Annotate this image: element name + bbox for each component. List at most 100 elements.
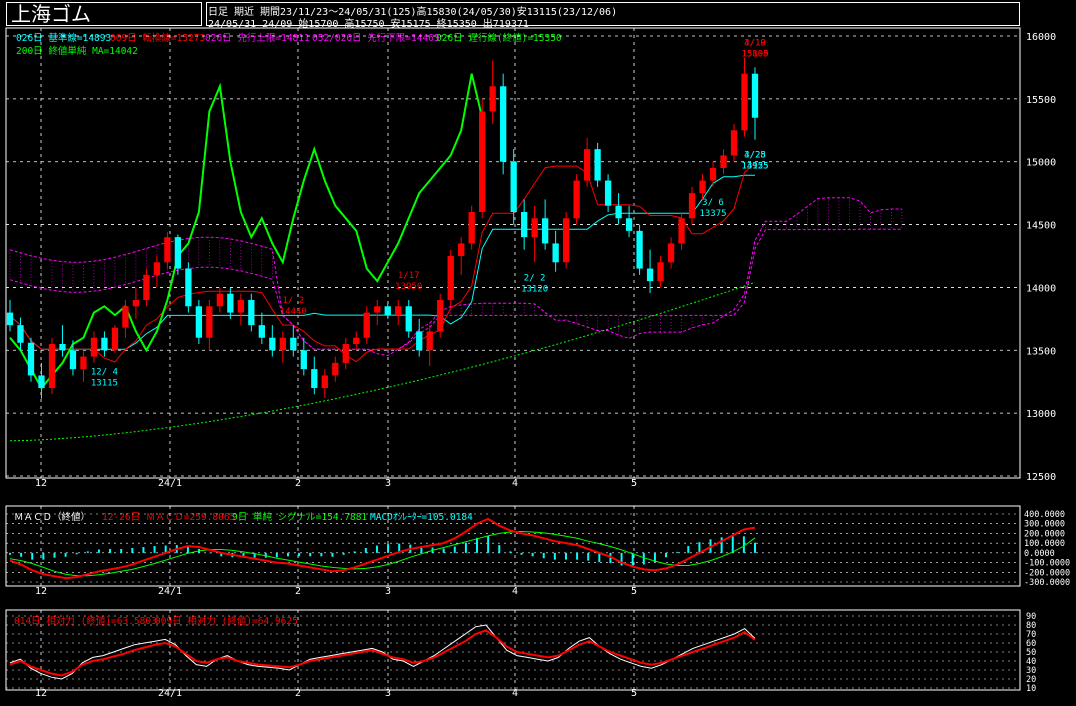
x-tick-label: 3: [385, 586, 391, 597]
candle-body: [573, 180, 580, 219]
candle-body: [646, 268, 654, 282]
x-tick-label: 12: [35, 586, 47, 597]
trough-date-label: 2/ 2: [524, 273, 546, 283]
x-tick-label: 2: [295, 688, 301, 699]
candle-body: [6, 312, 14, 326]
candle-body: [311, 369, 318, 388]
candle-body: [258, 325, 265, 338]
candle-body: [269, 337, 276, 351]
peak-date-label: 1/ 2: [282, 296, 304, 306]
y-tick-label: 15500: [1026, 95, 1056, 106]
rsi14-line: [9, 629, 756, 677]
candle-body: [730, 130, 738, 156]
candle-body: [38, 375, 45, 388]
candle-body: [583, 149, 591, 181]
candle-body: [594, 149, 601, 181]
x-tick-label: 12: [35, 688, 47, 699]
candle-body: [751, 73, 759, 118]
candle-body: [353, 337, 360, 344]
candle-body: [80, 356, 87, 370]
candle-body: [667, 243, 675, 263]
x-tick-label: 2: [295, 478, 301, 489]
candle-body: [111, 327, 119, 351]
trough-value-label: 13115: [91, 379, 118, 389]
macd-y-tick-label: -300.0000: [1024, 578, 1070, 588]
candle-body: [132, 300, 140, 307]
peak-value-label: 14440: [280, 307, 307, 317]
candle-body: [720, 155, 727, 168]
candle-body: [153, 262, 161, 275]
panel-frame: [5, 505, 1021, 587]
x-tick-label: 24/1: [158, 586, 182, 597]
candle-body: [164, 237, 171, 263]
candle-body: [17, 325, 24, 343]
candle-body: [447, 256, 454, 300]
candle-body: [279, 337, 286, 351]
candle-body: [300, 350, 307, 370]
peak-value-label: 15190: [741, 49, 768, 59]
x-tick-label: 5: [631, 586, 637, 597]
x-tick-label: 5: [631, 688, 637, 699]
x-tick-label: 4: [512, 478, 518, 489]
macd-y-tick-label: 0.0000: [1024, 549, 1055, 559]
trough-value-label: 13120: [521, 284, 548, 294]
peak-date-label: 4/10: [744, 38, 766, 48]
y-tick-label: 16000: [1026, 32, 1056, 43]
trough-date-label: 12/ 4: [91, 368, 118, 378]
candle-body: [416, 331, 423, 351]
candle-body: [500, 86, 507, 162]
candle-body: [27, 342, 35, 376]
candle-body: [48, 344, 56, 388]
y-tick-label: 13500: [1026, 346, 1056, 357]
candle-body: [479, 111, 486, 212]
candle-body: [332, 362, 339, 376]
candle-body: [541, 218, 549, 244]
candle-body: [90, 337, 98, 357]
candle-body: [101, 337, 108, 351]
candle-body: [395, 306, 402, 316]
candle-body: [59, 344, 66, 351]
macd-y-tick-label: 400.0000: [1024, 510, 1065, 520]
y-tick-label: 14500: [1026, 221, 1056, 232]
y-tick-label: 14000: [1026, 283, 1056, 294]
candle-body: [741, 73, 748, 131]
candle-body: [195, 306, 203, 338]
candle-body: [531, 218, 538, 238]
candle-body: [562, 218, 570, 263]
candle-body: [552, 243, 559, 263]
panel-frame: [5, 27, 1021, 479]
candle-body: [437, 300, 444, 332]
x-tick-label: 3: [385, 688, 391, 699]
candle-body: [216, 293, 224, 307]
peak-value-label: 13950: [395, 282, 422, 292]
candle-body: [468, 212, 475, 244]
candle-body: [678, 218, 685, 244]
candle-body: [699, 180, 706, 194]
candle-body: [489, 86, 496, 112]
candle-body: [374, 306, 381, 313]
candle-body: [521, 212, 528, 238]
y-tick-label: 15000: [1026, 158, 1056, 169]
x-tick-label: 2: [295, 586, 301, 597]
candle-body: [688, 193, 696, 219]
x-tick-label: 24/1: [158, 688, 182, 699]
candle-body: [237, 300, 244, 313]
trough-value-label: 13955: [741, 162, 768, 172]
x-tick-label: 5: [631, 478, 637, 489]
trough-date-label: 3/ 6: [702, 198, 724, 208]
candle-body: [321, 375, 328, 388]
candle-body: [248, 300, 255, 326]
candle-body: [342, 344, 349, 363]
candle-body: [657, 262, 664, 282]
x-tick-label: 12: [35, 478, 47, 489]
rsi-y-tick-label: 10: [1026, 684, 1036, 694]
x-tick-label: 3: [385, 478, 391, 489]
candle-body: [458, 243, 465, 256]
y-tick-label: 12500: [1026, 472, 1056, 483]
trough-date-label: 4/25: [744, 151, 766, 161]
x-tick-label: 24/1: [158, 478, 182, 489]
candle-body: [143, 274, 150, 300]
candle-body: [405, 306, 412, 332]
candle-body: [69, 350, 77, 370]
candle-body: [615, 205, 622, 219]
